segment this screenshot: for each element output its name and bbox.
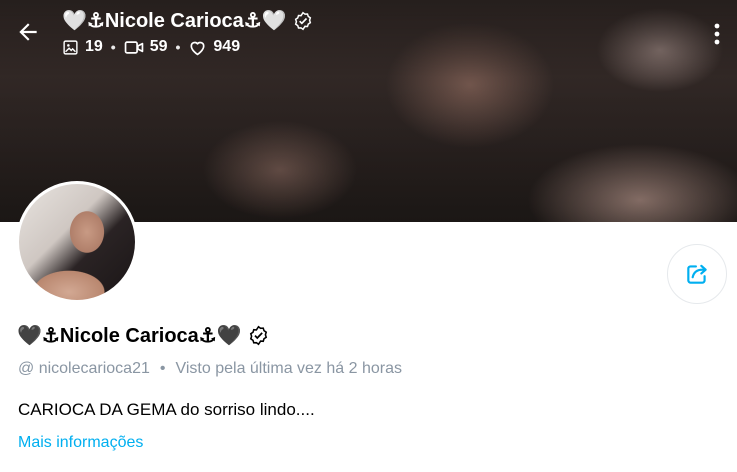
share-button[interactable] bbox=[667, 244, 727, 304]
profile-name-text: 🖤⚓︎Nicole Carioca⚓︎🖤 bbox=[17, 325, 242, 347]
profile-meta: @ nicolecarioca21 • Visto pela última ve… bbox=[18, 360, 402, 378]
share-icon bbox=[687, 264, 707, 284]
username: @ nicolecarioca21 bbox=[18, 360, 150, 377]
header-title: 🤍⚓︎Nicole Carioca⚓︎🤍 bbox=[62, 8, 313, 33]
stat-separator: • bbox=[175, 39, 181, 55]
cover-banner: 🤍⚓︎Nicole Carioca⚓︎🤍 19 • 59 • 949 bbox=[0, 0, 737, 222]
back-button[interactable] bbox=[10, 14, 46, 50]
video-icon bbox=[124, 40, 144, 54]
videos-count: 59 bbox=[149, 38, 168, 55]
header-stats: 19 • 59 • 949 bbox=[62, 38, 240, 56]
photos-stat[interactable]: 19 bbox=[62, 38, 103, 56]
last-seen: Visto pela última vez há 2 horas bbox=[175, 360, 402, 377]
profile-bio: CARIOCA DA GEMA do sorriso lindo.... bbox=[18, 400, 315, 419]
arrow-left-icon bbox=[19, 23, 37, 41]
cover-shade bbox=[0, 0, 737, 222]
image-icon bbox=[63, 39, 78, 55]
meta-separator: • bbox=[159, 360, 166, 377]
likes-count: 949 bbox=[213, 38, 241, 55]
avatar[interactable] bbox=[16, 181, 138, 303]
likes-stat[interactable]: 949 bbox=[188, 38, 240, 56]
verified-badge-icon bbox=[294, 11, 311, 30]
heart-icon bbox=[190, 41, 205, 55]
more-info-link[interactable]: Mais informações bbox=[18, 434, 143, 452]
photos-count: 19 bbox=[85, 38, 103, 55]
verified-badge-icon bbox=[249, 325, 267, 346]
stat-separator: • bbox=[110, 39, 116, 55]
more-options-button[interactable] bbox=[703, 18, 731, 50]
more-vertical-icon bbox=[714, 23, 720, 45]
profile-name: 🖤⚓︎Nicole Carioca⚓︎🖤 bbox=[17, 323, 269, 348]
header-title-text: 🤍⚓︎Nicole Carioca⚓︎🤍 bbox=[62, 10, 287, 32]
videos-stat[interactable]: 59 bbox=[124, 38, 168, 56]
